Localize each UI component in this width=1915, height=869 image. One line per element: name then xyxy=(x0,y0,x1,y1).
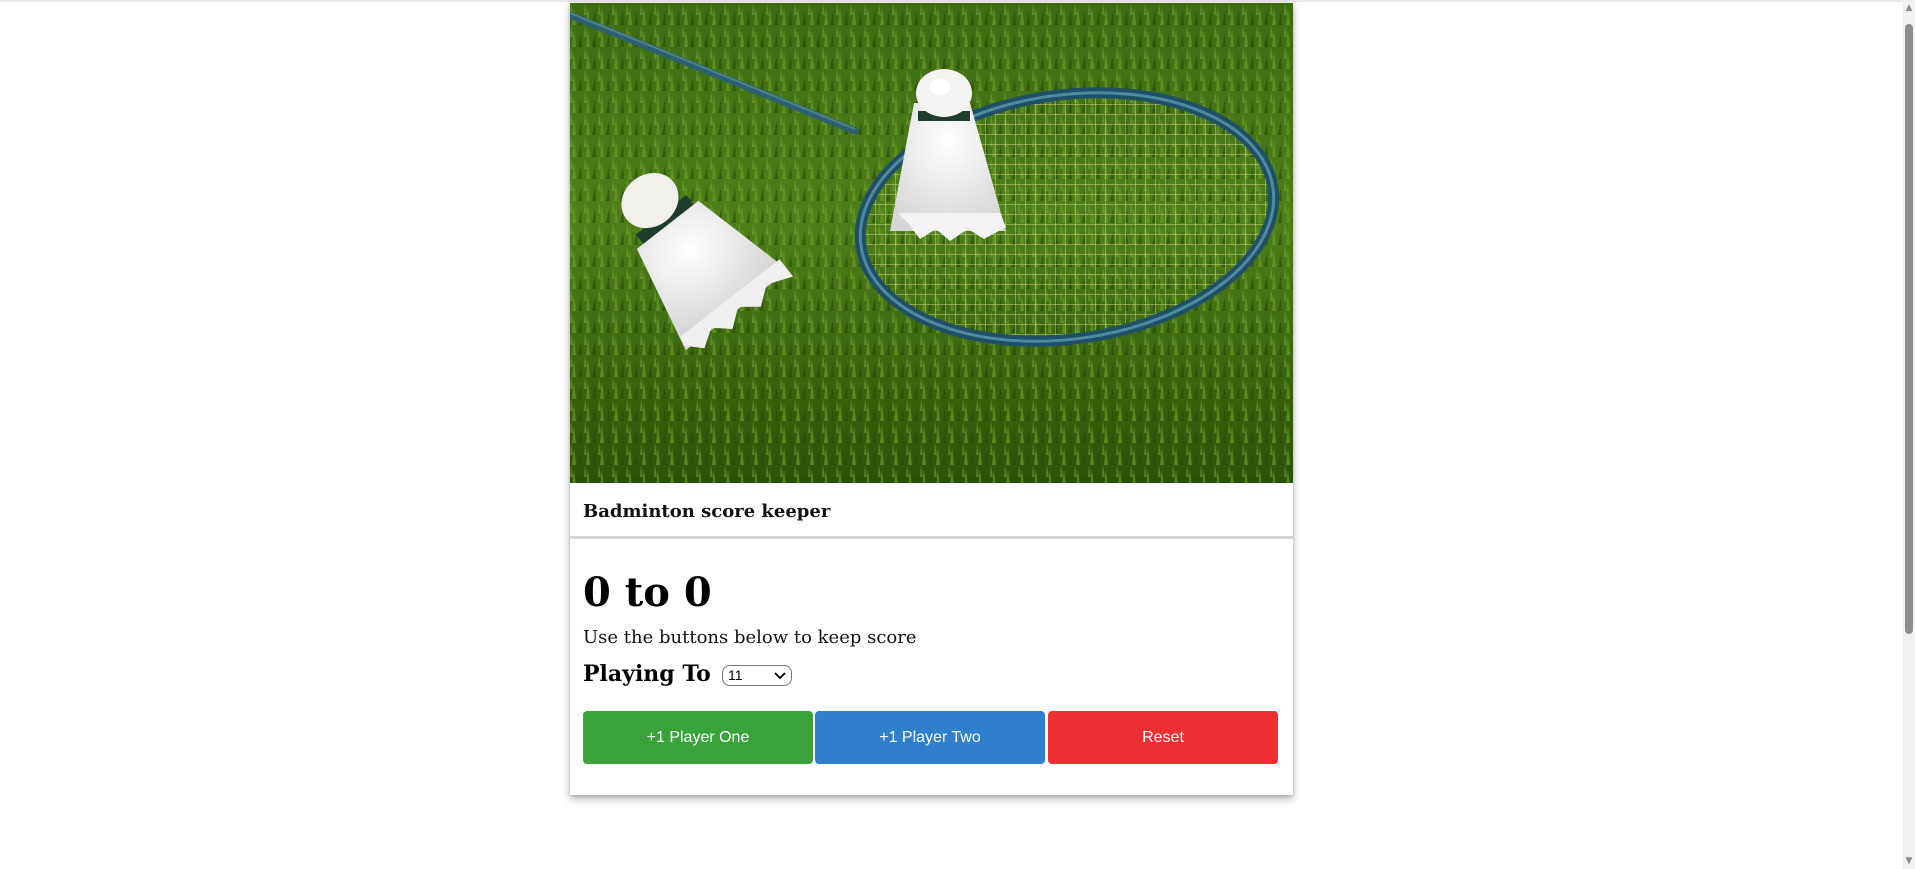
arrow-down-icon[interactable]: ▼ xyxy=(1903,855,1915,867)
chevron-down-icon xyxy=(774,672,786,680)
instructions-text: Use the buttons below to keep score xyxy=(583,627,917,648)
score-keeper-card: Badminton score keeper 0 to 0 Use the bu… xyxy=(570,3,1293,795)
player-one-button[interactable]: +1 Player One xyxy=(583,711,813,764)
playing-to-selected-value: 11 xyxy=(728,667,743,683)
reset-button[interactable]: Reset xyxy=(1048,711,1278,764)
card-image xyxy=(570,3,1293,483)
player-two-button[interactable]: +1 Player Two xyxy=(815,711,1045,764)
card-title: Badminton score keeper xyxy=(583,501,831,522)
score-display: 0 to 0 xyxy=(583,569,712,616)
arrow-up-icon[interactable]: ▲ xyxy=(1903,2,1915,14)
card-header: Badminton score keeper xyxy=(570,483,1293,539)
playing-to-select[interactable]: 11 xyxy=(722,665,792,686)
top-border xyxy=(0,0,1903,2)
playing-to-label: Playing To xyxy=(583,661,711,687)
badminton-photo xyxy=(570,3,1293,483)
scrollbar-thumb[interactable] xyxy=(1905,24,1913,634)
vertical-scrollbar[interactable]: ▲ ▼ xyxy=(1903,0,1915,869)
